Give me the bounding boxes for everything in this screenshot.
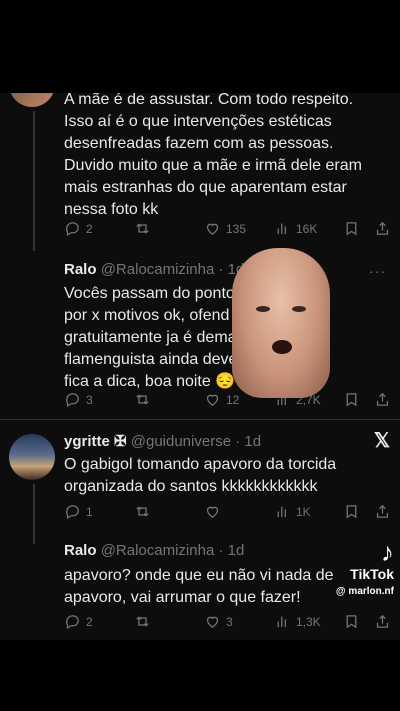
bookmark-button[interactable]: [343, 220, 360, 237]
separator-dot: ·: [235, 433, 241, 450]
tweet-header: ygritte ✠ @guiduniverse · 1d: [64, 432, 261, 450]
share-button[interactable]: [374, 220, 391, 237]
reply-icon: [66, 505, 79, 520]
display-name[interactable]: Ralo: [64, 542, 97, 559]
views-button[interactable]: 16K: [274, 220, 317, 237]
reply-count: 2: [86, 221, 93, 236]
mouth: [272, 340, 292, 354]
reply-button[interactable]: 2: [64, 220, 93, 237]
bookmark-button[interactable]: [343, 503, 360, 520]
retweet-icon: [136, 394, 149, 405]
x-logo-icon: 𝕏: [373, 430, 390, 452]
reply-count: 1: [86, 504, 93, 519]
views-icon: [277, 223, 286, 235]
tiktok-brand: TikTok: [350, 566, 394, 582]
bookmark-button[interactable]: [343, 391, 360, 408]
retweet-icon: [136, 616, 149, 627]
right-eye: [292, 306, 306, 312]
like-button[interactable]: 12: [204, 391, 239, 408]
bookmark-icon: [346, 393, 357, 407]
tweet-text: Vocês passam do ponto. gador por x motiv…: [64, 285, 296, 390]
tweet-1[interactable]: A mãe é de assustar. Com todo respeito. …: [0, 93, 400, 251]
like-count: 12: [226, 392, 240, 407]
tweet-actions: 2 135 16K: [64, 220, 394, 242]
tweet-2[interactable]: Ralo @Ralocamizinha · 1d ··· Vocês passa…: [0, 253, 400, 418]
timestamp[interactable]: 1d: [244, 433, 261, 450]
tiktok-username: @ marlon.nf: [335, 586, 394, 597]
views-icon: [277, 616, 286, 628]
reply-button[interactable]: 1: [64, 503, 93, 520]
tweet-3[interactable]: ygritte ✠ @guiduniverse · 1d 𝕏 O gabigol…: [0, 420, 400, 544]
share-icon: [376, 221, 389, 235]
retweet-button[interactable]: [134, 220, 151, 237]
tweet-header: Ralo @Ralocamizinha · 1d: [64, 542, 244, 559]
bookmark-icon: [346, 505, 357, 519]
share-icon: [376, 504, 389, 518]
timestamp[interactable]: 1d: [228, 542, 245, 559]
tiktok-logo-icon: ♪: [381, 537, 394, 567]
like-count: 135: [226, 221, 247, 236]
share-icon: [376, 392, 389, 406]
tweet-actions: 3 12 2,7K: [64, 391, 394, 413]
retweet-button[interactable]: [134, 613, 151, 630]
bookmark-icon: [346, 615, 357, 629]
retweet-button[interactable]: [134, 391, 151, 408]
like-count: 3: [226, 614, 233, 629]
heart-icon: [206, 394, 219, 406]
views-button[interactable]: 1K: [274, 503, 311, 520]
reply-icon: [66, 222, 79, 237]
views-button[interactable]: 1,3K: [274, 613, 321, 630]
separator-dot: ·: [218, 261, 224, 278]
views-count: 1K: [296, 504, 311, 519]
share-icon: [376, 614, 389, 628]
views-count: 16K: [296, 221, 318, 236]
retweet-icon: [136, 506, 149, 517]
tweet-header: Ralo @Ralocamizinha · 1d: [64, 261, 244, 278]
heart-icon: [206, 506, 219, 518]
reply-count: 2: [86, 614, 93, 629]
bookmark-icon: [346, 222, 357, 236]
heart-icon: [206, 223, 219, 235]
reply-button[interactable]: 2: [64, 613, 93, 630]
user-handle[interactable]: @guiduniverse: [131, 433, 231, 450]
display-name[interactable]: ygritte ✠: [64, 433, 127, 450]
separator-dot: ·: [218, 542, 224, 559]
avatar[interactable]: [9, 434, 55, 480]
tiktok-watermark: ♪ TikTok @ marlon.nf: [336, 538, 394, 597]
reply-count: 3: [86, 392, 93, 407]
views-icon: [277, 506, 286, 518]
like-button[interactable]: [204, 503, 221, 520]
share-button[interactable]: [374, 613, 391, 630]
user-handle[interactable]: @Ralocamizinha: [101, 261, 215, 278]
more-options-icon[interactable]: ···: [369, 263, 386, 279]
share-button[interactable]: [374, 391, 391, 408]
like-button[interactable]: 135: [204, 220, 246, 237]
tweet-actions: 1 1K: [64, 503, 394, 525]
retweet-icon: [136, 223, 149, 234]
bookmark-button[interactable]: [343, 613, 360, 630]
face-overlay: [232, 248, 330, 398]
thread-line: [33, 111, 35, 251]
heart-icon: [206, 616, 219, 628]
reply-icon: [66, 615, 79, 630]
user-handle[interactable]: @Ralocamizinha: [101, 542, 215, 559]
share-button[interactable]: [374, 503, 391, 520]
reply-icon: [66, 393, 79, 408]
reply-button[interactable]: 3: [64, 391, 93, 408]
tweet-actions: 2 3 1,3K: [64, 613, 394, 635]
tweet-text: A mãe é de assustar. Com todo respeito. …: [64, 93, 362, 218]
left-eye: [256, 306, 270, 312]
avatar[interactable]: [9, 93, 55, 107]
retweet-button[interactable]: [134, 503, 151, 520]
views-count: 1,3K: [296, 614, 321, 629]
tweet-text: O gabigol tomando apavoro da torcida org…: [64, 456, 337, 495]
display-name[interactable]: Ralo: [64, 261, 97, 278]
like-button[interactable]: 3: [204, 613, 233, 630]
